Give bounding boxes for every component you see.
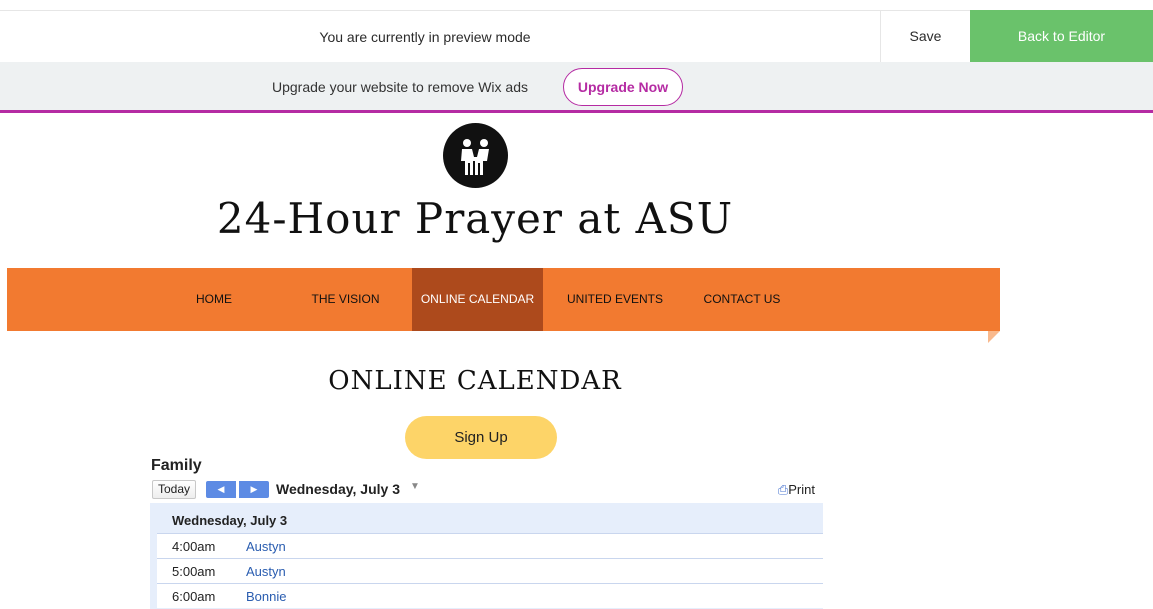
chevron-left-icon: ◀ — [217, 484, 225, 494]
upgrade-now-button[interactable]: Upgrade Now — [563, 68, 683, 106]
printer-icon: ⎙ — [777, 482, 789, 497]
print-label: Print — [788, 482, 815, 497]
event-row[interactable]: 6:00am Bonnie — [157, 583, 823, 608]
people-holding-hands-icon[interactable] — [443, 123, 508, 188]
save-button[interactable]: Save — [880, 10, 970, 63]
preview-bar: You are currently in preview mode Save B… — [0, 10, 1153, 63]
upgrade-message: Upgrade your website to remove Wix ads — [272, 79, 528, 95]
sign-up-button[interactable]: Sign Up — [405, 416, 557, 459]
upgrade-banner: Upgrade your website to remove Wix ads U… — [0, 62, 1153, 113]
nav-item-home[interactable]: HOME — [188, 268, 240, 331]
event-title[interactable]: Austyn — [246, 539, 286, 554]
print-button[interactable]: ⎙Print — [778, 482, 815, 498]
previous-day-button[interactable]: ◀ — [206, 481, 236, 498]
calendar-name: Family — [151, 457, 202, 474]
chevron-down-icon[interactable]: ▼ — [410, 481, 420, 492]
event-title[interactable]: Bonnie — [246, 589, 286, 604]
nav-ribbon-fold — [988, 331, 1000, 343]
calendar-toolbar: Today ◀ ▶ Wednesday, July 3 ▼ ⎙Print — [150, 477, 823, 503]
day-header: Wednesday, July 3 — [172, 513, 288, 528]
page-title: ONLINE CALENDAR — [328, 366, 622, 396]
calendar-agenda: Wednesday, July 3 4:00am Austyn 5:00am A… — [150, 503, 823, 609]
nav-item-united-events[interactable]: UNITED EVENTS — [555, 268, 675, 331]
event-row[interactable]: 5:00am Austyn — [157, 558, 823, 583]
event-time: 4:00am — [172, 539, 216, 554]
nav-item-online-calendar[interactable]: ONLINE CALENDAR — [412, 268, 543, 331]
event-time: 6:00am — [172, 589, 216, 604]
back-to-editor-button[interactable]: Back to Editor — [970, 10, 1153, 63]
current-date-label: Wednesday, July 3 — [276, 481, 400, 497]
main-nav: HOME THE VISION ONLINE CALENDAR UNITED E… — [7, 268, 1000, 331]
event-title[interactable]: Austyn — [246, 564, 286, 579]
nav-item-contact-us[interactable]: CONTACT US — [697, 268, 787, 331]
preview-mode-message: You are currently in preview mode — [319, 29, 531, 45]
event-list: 4:00am Austyn 5:00am Austyn 6:00am Bonni… — [157, 533, 823, 608]
nav-item-the-vision[interactable]: THE VISION — [303, 268, 388, 331]
today-button[interactable]: Today — [152, 480, 197, 499]
site-title[interactable]: 24-Hour Prayer at ASU — [0, 194, 950, 243]
event-row[interactable]: 4:00am Austyn — [157, 533, 823, 558]
event-time: 5:00am — [172, 564, 216, 579]
next-day-button[interactable]: ▶ — [239, 481, 269, 498]
chevron-right-icon: ▶ — [250, 484, 258, 494]
